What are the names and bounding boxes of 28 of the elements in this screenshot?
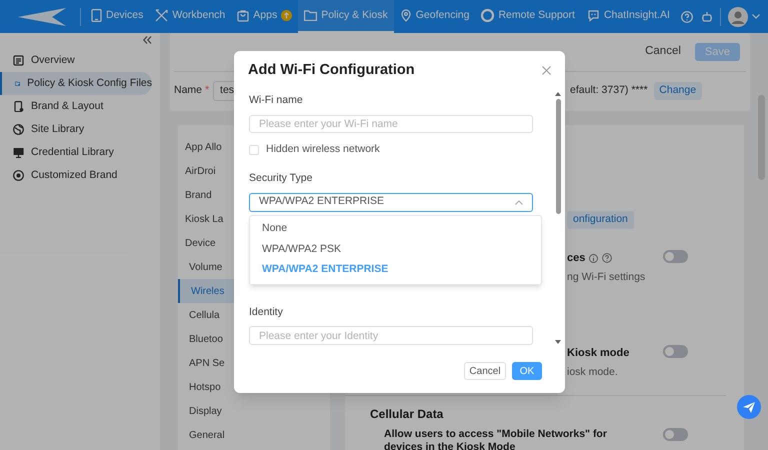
field-label: Wi-Fi name <box>249 93 304 108</box>
text-input[interactable]: Please enter your Wi-Fi name <box>249 114 533 134</box>
setting-description: ng Wi-Fi settings <box>567 270 646 284</box>
cancel-button[interactable]: Cancel <box>645 43 681 60</box>
dropdown-option[interactable]: None <box>250 219 541 240</box>
section-title: Cellular Data <box>370 406 444 422</box>
sidebar-item[interactable]: Overview <box>0 49 152 72</box>
select-field[interactable]: WPA/WPA2 ENTERPRISE <box>249 192 533 212</box>
sidebar-item[interactable]: Brand & Layout <box>0 95 152 118</box>
sidebar-item[interactable]: Site Library <box>0 118 152 141</box>
setting-title: Kiosk mode <box>567 346 630 362</box>
sidebar-item[interactable]: Credential Library <box>0 141 152 164</box>
dialog-title: Add Wi-Fi Configuration <box>248 60 415 80</box>
field-label: Identity <box>249 304 284 320</box>
dropdown-option[interactable]: WPA/WPA2 PSK <box>250 240 541 260</box>
sidebar-item[interactable]: Policy & Kiosk Config Files <box>0 72 152 95</box>
field-label: Name * <box>174 83 210 98</box>
menu-item[interactable]: Display <box>178 399 330 423</box>
setting-title: Allow users to access "Mobile Networks" for devices in the Kiosk Mode <box>384 428 608 450</box>
field-label: Security Type <box>249 171 314 186</box>
password-text: efault: 3737) **** <box>570 83 648 98</box>
text-input[interactable]: Please enter your Identity <box>249 326 533 346</box>
sidebar-item[interactable]: Customized Brand <box>0 164 152 187</box>
setting-title: ces <box>567 251 586 266</box>
cancel-button[interactable]: Cancel <box>464 362 506 380</box>
checkbox-label: Hidden wireless network <box>266 142 380 158</box>
menu-item[interactable]: General <box>178 423 330 447</box>
setting-description: iosk mode. <box>567 364 619 380</box>
